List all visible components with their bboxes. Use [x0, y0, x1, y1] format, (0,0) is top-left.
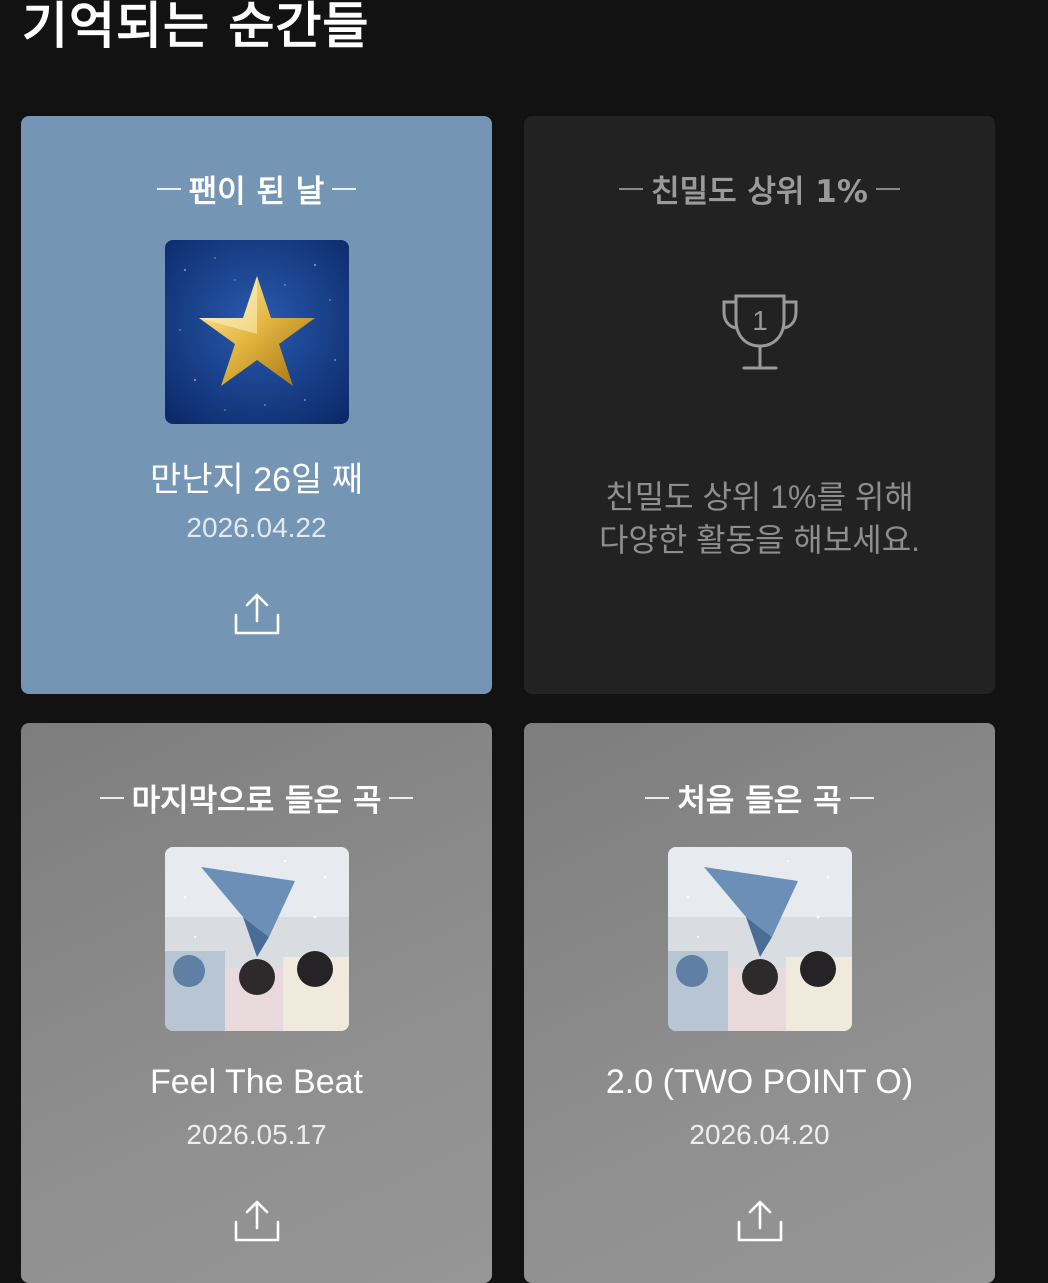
divider: [875, 187, 900, 190]
album-cover: [165, 847, 349, 1031]
last-song-date: 2026.05.17: [186, 1119, 327, 1150]
first-song-header: 처음 들은 곡: [524, 775, 995, 820]
first-song-card[interactable]: 처음 들은 곡 2.0 (TWO POINT O) 2026.04.20: [524, 723, 995, 1283]
first-song-date: 2026.04.20: [689, 1119, 830, 1150]
fan-day-header-label: 팬이 된 날: [188, 174, 325, 210]
divider: [619, 187, 644, 190]
last-song-header: 마지막으로 들은 곡: [21, 775, 492, 820]
last-song-header-label: 마지막으로 들은 곡: [131, 783, 382, 819]
divider: [332, 187, 357, 190]
fan-day-card[interactable]: 팬이 된 날 만난지 26일 째 2026.04.22: [21, 116, 492, 694]
page-title: 기억되는 순간들: [22, 0, 370, 55]
share-button[interactable]: [231, 588, 283, 640]
first-song-title: 2.0 (TWO POINT O): [605, 1063, 914, 1101]
first-song-header-label: 처음 들은 곡: [677, 783, 842, 819]
fan-day-header: 팬이 된 날: [21, 166, 492, 211]
intimacy-header-label: 친밀도 상위 1%: [651, 174, 868, 210]
last-song-card[interactable]: 마지막으로 들은 곡 Feel The Beat 2026.05.17: [21, 723, 492, 1283]
intimacy-message-line1: 친밀도 상위 1%를 위해: [605, 479, 914, 515]
divider: [645, 796, 670, 799]
gold-star-icon: [165, 240, 349, 424]
intimacy-message-line2: 다양한 활동을 해보세요.: [598, 522, 921, 558]
svg-text:1: 1: [752, 305, 768, 336]
divider: [156, 187, 181, 190]
fan-day-title: 만난지 26일 째: [149, 461, 364, 499]
fan-day-date: 2026.04.22: [186, 512, 327, 543]
intimacy-card: 친밀도 상위 1% 1 친밀도 상위 1%를 위해 다양한 활동을 해보세요.: [524, 116, 995, 694]
share-icon: [234, 593, 280, 635]
last-song-title: Feel The Beat: [150, 1063, 363, 1101]
intimacy-message: 친밀도 상위 1%를 위해 다양한 활동을 해보세요.: [524, 476, 995, 562]
share-icon: [737, 1200, 783, 1242]
divider: [389, 796, 414, 799]
trophy-icon: 1: [722, 294, 798, 370]
album-cover: [668, 847, 852, 1031]
share-icon: [234, 1200, 280, 1242]
divider: [849, 796, 874, 799]
share-button[interactable]: [734, 1195, 786, 1247]
share-button[interactable]: [231, 1195, 283, 1247]
divider: [99, 796, 124, 799]
intimacy-header: 친밀도 상위 1%: [524, 166, 995, 211]
